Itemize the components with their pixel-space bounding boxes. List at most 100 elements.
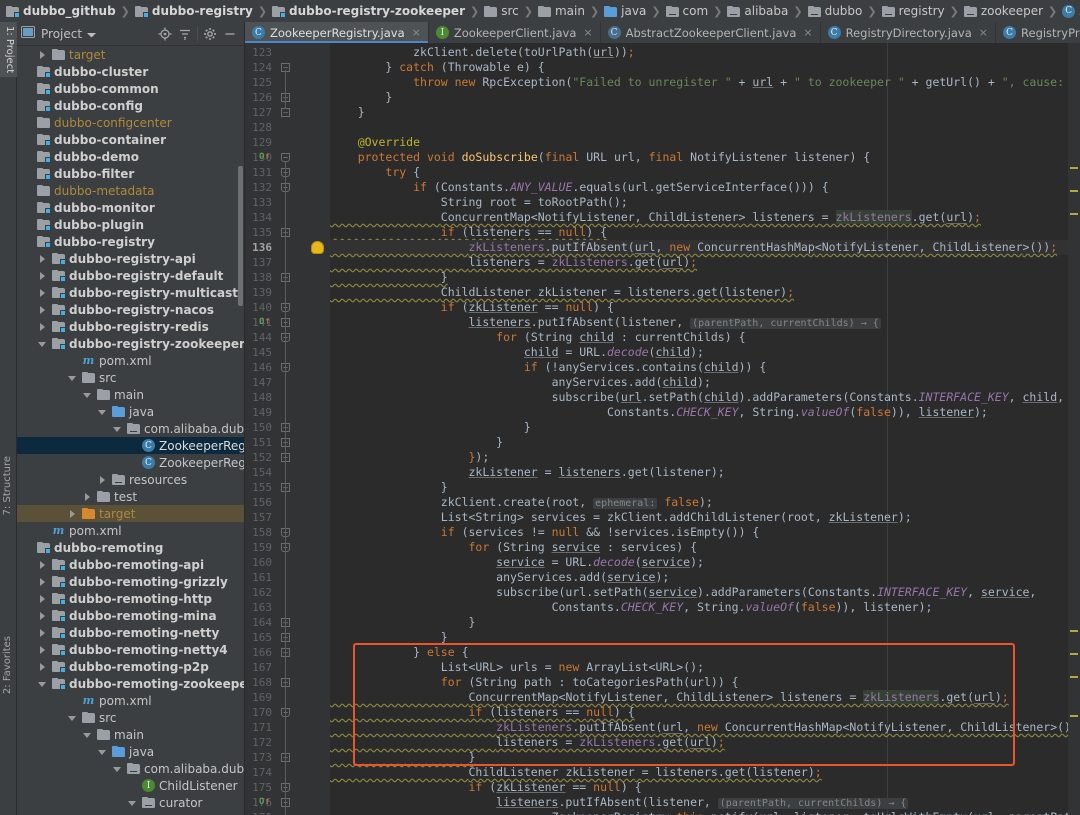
tree-toggle-down-icon[interactable]: [128, 798, 138, 808]
code-line[interactable]: listeners.putIfAbsent(listener, (parentP…: [330, 795, 1080, 810]
code-line[interactable]: listeners = zkListeners.get(url);: [330, 735, 1080, 750]
inspection-marker[interactable]: [1070, 653, 1078, 655]
editor-gutter[interactable]: 123124—125126—127—128129130O↑−131−132−13…: [245, 43, 330, 815]
tree-toggle-down-icon[interactable]: [98, 407, 108, 417]
tree-toggle-right-icon[interactable]: [38, 611, 48, 621]
tree-item-target[interactable]: target: [17, 505, 244, 522]
tree-item-pom-xml[interactable]: mpom.xml: [17, 692, 244, 709]
code-line[interactable]: protected void doSubscribe(final URL url…: [330, 150, 1080, 165]
code-line[interactable]: }: [330, 480, 1080, 495]
editor-tab-registryprotocol-java[interactable]: CRegistryProtocol.java×: [996, 22, 1080, 43]
inspection-marker[interactable]: [1070, 190, 1078, 192]
chevron-down-icon[interactable]: [87, 27, 96, 41]
code-line[interactable]: zkClient.delete(toUrlPath(url));: [330, 45, 1080, 60]
tree-toggle-down-icon[interactable]: [68, 373, 78, 383]
tree-item-pom-xml[interactable]: mpom.xml: [17, 352, 244, 369]
breadcrumb-item-src[interactable]: src: [484, 4, 519, 18]
tree-toggle-right-icon[interactable]: [38, 628, 48, 638]
code-line[interactable]: if (Constants.ANY_VALUE.equals(url.getSe…: [330, 180, 1080, 195]
tree-toggle-right-icon[interactable]: [83, 492, 93, 502]
tree-item-dubbo-remoting-netty[interactable]: dubbo-remoting-netty: [17, 624, 244, 641]
code-line[interactable]: if (listeners == null) {: [330, 225, 1080, 240]
inspection-marker[interactable]: [1070, 167, 1078, 169]
inspection-marker-bar[interactable]: [1068, 43, 1080, 815]
tool-window-tab-1-project[interactable]: 1: Project: [0, 22, 17, 77]
breadcrumb-item-dubbo-registry[interactable]: dubbo-registry: [135, 4, 253, 18]
breadcrumb-item-dubbo-github[interactable]: dubbo_github: [6, 4, 116, 18]
tree-toggle-down-icon[interactable]: [83, 390, 93, 400]
tree-item-dubbo-remoting-zookeeper[interactable]: dubbo-remoting-zookeeper: [17, 675, 244, 692]
tree-toggle-right-icon[interactable]: [38, 50, 48, 60]
tree-toggle-right-icon[interactable]: [38, 254, 48, 264]
tree-toggle-down-icon[interactable]: [113, 764, 123, 774]
tree-toggle-down-icon[interactable]: [98, 747, 108, 757]
intention-bulb-icon[interactable]: [311, 241, 324, 254]
code-line[interactable]: ConcurrentMap<NotifyListener, ChildListe…: [330, 690, 1080, 705]
tool-window-tab-7-structure[interactable]: 7: Structure: [0, 452, 17, 519]
project-tree-scrollbar[interactable]: [238, 166, 243, 306]
tree-toggle-down-icon[interactable]: [68, 713, 78, 723]
project-tree[interactable]: targetdubbo-clusterdubbo-commondubbo-con…: [17, 46, 244, 813]
close-icon[interactable]: ×: [803, 26, 812, 39]
tree-item-dubbo-configcenter[interactable]: dubbo-configcenter: [17, 114, 244, 131]
close-icon[interactable]: ×: [583, 26, 592, 39]
code-line[interactable]: zkListener = listeners.get(listener);: [330, 465, 1080, 480]
code-line[interactable]: if (zkListener == null) {: [330, 780, 1080, 795]
tree-item-test[interactable]: test: [17, 488, 244, 505]
breadcrumb-item-main[interactable]: main: [538, 4, 585, 18]
tree-item-dubbo-remoting-http[interactable]: dubbo-remoting-http: [17, 590, 244, 607]
tree-item-zookeeperregistryf[interactable]: CZookeeperRegistryF: [17, 454, 244, 471]
collapse-all-icon[interactable]: [175, 25, 195, 43]
tree-toggle-down-icon[interactable]: [38, 679, 48, 689]
tree-item-dubbo-common[interactable]: dubbo-common: [17, 80, 244, 97]
tree-toggle-right-icon[interactable]: [38, 577, 48, 587]
code-line[interactable]: List<String> services = zkClient.addChil…: [330, 510, 1080, 525]
tree-toggle-right-icon[interactable]: [38, 594, 48, 604]
code-line[interactable]: anyServices.add(service);: [330, 570, 1080, 585]
code-line[interactable]: if (!anyServices.contains(child)) {: [330, 360, 1080, 375]
code-line[interactable]: });: [330, 450, 1080, 465]
tree-item-dubbo-registry-api[interactable]: dubbo-registry-api: [17, 250, 244, 267]
code-line[interactable]: try {: [330, 165, 1080, 180]
inspection-marker[interactable]: [1070, 213, 1078, 215]
code-line[interactable]: [330, 120, 1080, 135]
close-icon[interactable]: ×: [979, 26, 988, 39]
breadcrumb-item-java[interactable]: java: [604, 4, 646, 18]
tree-item-dubbo-remoting-api[interactable]: dubbo-remoting-api: [17, 556, 244, 573]
code-line[interactable]: subscribe(url.setPath(service).addParame…: [330, 585, 1080, 600]
code-line[interactable]: if (services != null && !services.isEmpt…: [330, 525, 1080, 540]
code-editor[interactable]: 123124—125126—127—128129130O↑−131−132−13…: [245, 43, 1080, 815]
locate-in-tree-icon[interactable]: [155, 25, 175, 43]
tree-item-dubbo-registry-default[interactable]: dubbo-registry-default: [17, 267, 244, 284]
tree-item-com-alibaba-dubbo-rem[interactable]: com.alibaba.dubbo.rem: [17, 760, 244, 777]
code-line[interactable]: zkListeners.putIfAbsent(url, new Concurr…: [330, 240, 1080, 255]
code-line[interactable]: for (String path : toCategoriesPath(url)…: [330, 675, 1080, 690]
inspection-marker[interactable]: [1070, 676, 1078, 678]
tree-item-target[interactable]: target: [17, 46, 244, 63]
code-line[interactable]: List<URL> urls = new ArrayList<URL>();: [330, 660, 1080, 675]
code-line[interactable]: listeners = zkListeners.get(url);: [330, 255, 1080, 270]
tree-item-dubbo-registry-multicast[interactable]: dubbo-registry-multicast: [17, 284, 244, 301]
code-line[interactable]: }: [330, 420, 1080, 435]
breadcrumb-item-zookeeper[interactable]: zookeeper: [964, 4, 1043, 18]
hide-panel-icon[interactable]: [220, 25, 240, 43]
inspection-marker[interactable]: [1070, 715, 1078, 717]
code-line[interactable]: for (String child : currentChilds) {: [330, 330, 1080, 345]
tree-item-dubbo-plugin[interactable]: dubbo-plugin: [17, 216, 244, 233]
code-line[interactable]: Constants.CHECK_KEY, String.valueOf(fals…: [330, 600, 1080, 615]
editor-tab-registrydirectory-java[interactable]: CRegistryDirectory.java×: [821, 22, 996, 43]
code-line[interactable]: ChildListener zkListener = listeners.get…: [330, 285, 1080, 300]
code-line[interactable]: String root = toRootPath();: [330, 195, 1080, 210]
tree-item-childlistener[interactable]: IChildListener: [17, 777, 244, 794]
tree-item-dubbo-demo[interactable]: dubbo-demo: [17, 148, 244, 165]
tree-item-dubbo-cluster[interactable]: dubbo-cluster: [17, 63, 244, 80]
tree-item-src[interactable]: src: [17, 709, 244, 726]
tree-toggle-down-icon[interactable]: [83, 730, 93, 740]
tree-item-dubbo-remoting[interactable]: dubbo-remoting: [17, 539, 244, 556]
tree-toggle-right-icon[interactable]: [38, 288, 48, 298]
tree-item-dubbo-remoting-netty4[interactable]: dubbo-remoting-netty4: [17, 641, 244, 658]
inspection-marker[interactable]: [1070, 630, 1078, 632]
tree-item-pom-xml[interactable]: mpom.xml: [17, 522, 244, 539]
code-line[interactable]: Constants.CHECK_KEY, String.valueOf(fals…: [330, 405, 1080, 420]
tree-item-dubbo-container[interactable]: dubbo-container: [17, 131, 244, 148]
